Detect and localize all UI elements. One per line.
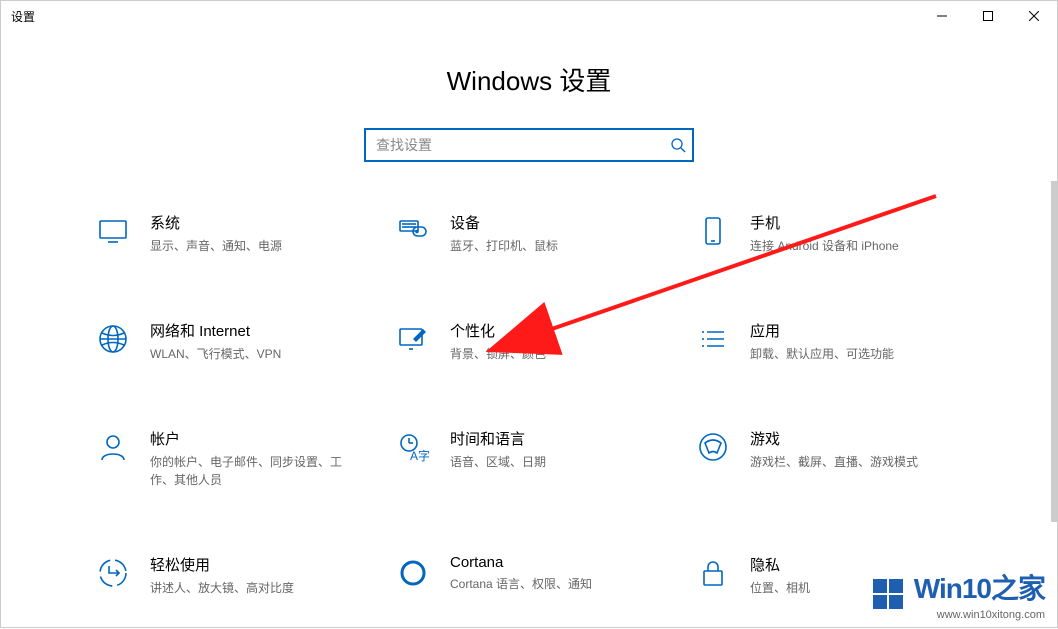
watermark: Win10之家 www.win10xitong.com — [873, 567, 1045, 621]
network-icon — [94, 320, 132, 358]
card-label: 轻松使用 — [150, 554, 294, 575]
search-input[interactable] — [364, 128, 694, 162]
card-label: 个性化 — [450, 320, 546, 341]
card-gaming[interactable]: 游戏 游戏栏、截屏、直播、游戏模式 — [694, 428, 964, 489]
card-apps[interactable]: 应用 卸载、默认应用、可选功能 — [694, 320, 964, 363]
card-desc: Cortana 语言、权限、通知 — [450, 575, 592, 593]
card-time[interactable]: A字 时间和语言 语音、区域、日期 — [394, 428, 664, 489]
watermark-url: www.win10xitong.com — [873, 609, 1045, 621]
maximize-button[interactable] — [965, 1, 1011, 31]
watermark-title: Win10之家 — [914, 573, 1045, 604]
personalize-icon — [394, 320, 432, 358]
minimize-button[interactable] — [919, 1, 965, 31]
card-label: 游戏 — [750, 428, 918, 449]
card-desc: 蓝牙、打印机、鼠标 — [450, 237, 558, 255]
card-desc: 位置、相机 — [750, 579, 810, 597]
apps-icon — [694, 320, 732, 358]
card-label: 时间和语言 — [450, 428, 546, 449]
titlebar: 设置 — [1, 1, 1057, 31]
time-icon: A字 — [394, 428, 432, 466]
gaming-icon — [694, 428, 732, 466]
content-area: Windows 设置 系统 显示、声音、通知、电源 — [1, 31, 1057, 597]
card-desc: 背景、锁屏、颜色 — [450, 345, 546, 363]
card-label: 网络和 Internet — [150, 320, 281, 341]
settings-grid: 系统 显示、声音、通知、电源 设备 蓝牙、打印机、鼠标 — [94, 212, 964, 597]
search-field[interactable] — [364, 128, 694, 162]
card-desc: 你的帐户、电子邮件、同步设置、工作、其他人员 — [150, 453, 364, 489]
card-desc: WLAN、飞行模式、VPN — [150, 345, 281, 363]
card-desc: 游戏栏、截屏、直播、游戏模式 — [750, 453, 918, 471]
ease-icon — [94, 554, 132, 592]
card-label: 隐私 — [750, 554, 810, 575]
card-network[interactable]: 网络和 Internet WLAN、飞行模式、VPN — [94, 320, 364, 363]
search-icon — [670, 137, 686, 153]
watermark-logo-icon — [873, 579, 903, 609]
privacy-icon — [694, 554, 732, 592]
page-title: Windows 设置 — [1, 61, 1057, 98]
window-controls — [919, 1, 1057, 31]
card-desc: 卸载、默认应用、可选功能 — [750, 345, 894, 363]
devices-icon — [394, 212, 432, 250]
card-ease[interactable]: 轻松使用 讲述人、放大镜、高对比度 — [94, 554, 364, 597]
scrollbar[interactable] — [1051, 181, 1057, 522]
card-label: Cortana — [450, 554, 592, 571]
accounts-icon — [94, 428, 132, 466]
card-cortana[interactable]: Cortana Cortana 语言、权限、通知 — [394, 554, 664, 597]
svg-text:A字: A字 — [410, 448, 430, 463]
card-label: 应用 — [750, 320, 894, 341]
cortana-icon — [394, 554, 432, 592]
card-desc: 语音、区域、日期 — [450, 453, 546, 471]
card-desc: 连接 Android 设备和 iPhone — [750, 237, 899, 255]
card-accounts[interactable]: 帐户 你的帐户、电子邮件、同步设置、工作、其他人员 — [94, 428, 364, 489]
phone-icon — [694, 212, 732, 250]
card-label: 手机 — [750, 212, 899, 233]
card-desc: 讲述人、放大镜、高对比度 — [150, 579, 294, 597]
window-title: 设置 — [11, 8, 35, 25]
card-system[interactable]: 系统 显示、声音、通知、电源 — [94, 212, 364, 255]
card-phone[interactable]: 手机 连接 Android 设备和 iPhone — [694, 212, 964, 255]
card-personalize[interactable]: 个性化 背景、锁屏、颜色 — [394, 320, 664, 363]
card-devices[interactable]: 设备 蓝牙、打印机、鼠标 — [394, 212, 664, 255]
card-label: 系统 — [150, 212, 282, 233]
card-desc: 显示、声音、通知、电源 — [150, 237, 282, 255]
close-button[interactable] — [1011, 1, 1057, 31]
system-icon — [94, 212, 132, 250]
card-label: 设备 — [450, 212, 558, 233]
card-label: 帐户 — [150, 428, 364, 449]
